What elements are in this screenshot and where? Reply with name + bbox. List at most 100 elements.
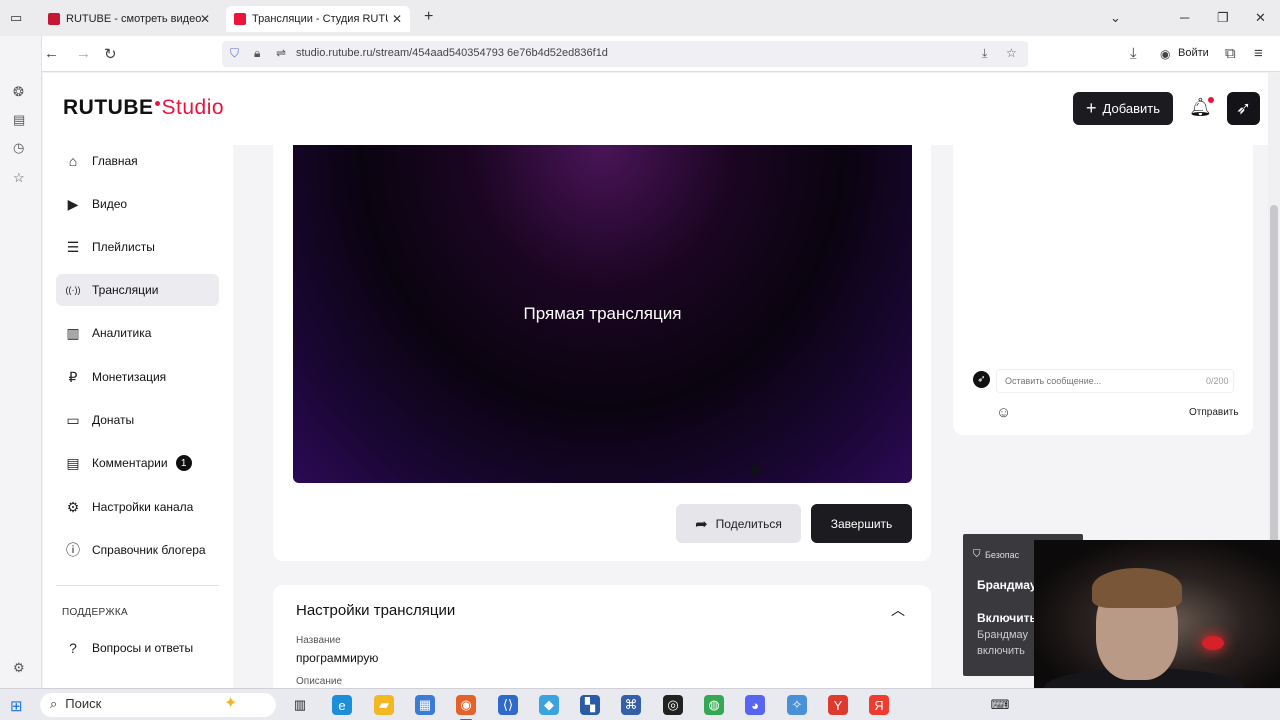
tab-rutube[interactable]: RUTUBE - смотреть видео онл ✕	[40, 6, 218, 32]
rutube-studio-logo[interactable]: RUTUBE Studio	[63, 96, 224, 120]
playlists-icon: ☰	[66, 238, 80, 255]
tab-studio[interactable]: Трансляции - Студия RUTUBE ✕	[226, 6, 410, 32]
minimize-icon[interactable]: ─	[1180, 10, 1189, 25]
reload-icon[interactable]: ↻	[104, 45, 117, 63]
close-tab-icon[interactable]: ✕	[200, 12, 210, 26]
notification-body-1: Брандмау	[977, 629, 1029, 641]
plus-icon: +	[1086, 98, 1097, 118]
windows-start-icon[interactable]: ⊞	[10, 697, 23, 715]
forward-icon[interactable]: →	[76, 45, 91, 62]
studio-header: RUTUBE Studio + Добавить 🔔︎ ➶	[43, 73, 1268, 145]
keyboard-icon[interactable]: ⌨	[990, 695, 1010, 715]
sidebar-item-label: Донаты	[92, 413, 135, 427]
task-view-icon[interactable]: ▥	[290, 695, 310, 715]
account-icon[interactable]: ◉	[1160, 47, 1170, 61]
close-window-icon[interactable]: ✕	[1255, 10, 1266, 26]
chat-char-counter: 0/200	[1206, 376, 1229, 386]
sidebar-item-donations[interactable]: ▭ Донаты	[56, 404, 219, 436]
sidebar-item-label: Справочник блогера	[92, 543, 206, 557]
restore-icon[interactable]: ❐	[1217, 10, 1229, 26]
share-arrow-icon: ➦	[695, 515, 708, 533]
remote-desktop-icon[interactable]: ⌘	[621, 695, 641, 715]
address-bar[interactable]: ⛉ 🔒︎ ⇌ studio.rutube.ru/stream/454aad540…	[222, 41, 1028, 67]
login-button[interactable]: Войти	[1178, 47, 1209, 59]
new-tab-icon[interactable]: +	[424, 8, 433, 26]
logo-brand: RUTUBE	[63, 96, 154, 119]
sidebar-item-home[interactable]: ⌂ Главная	[56, 145, 219, 177]
sidebar-item-faq[interactable]: ? Вопросы и ответы	[56, 632, 219, 664]
add-button-label: Добавить	[1102, 101, 1160, 116]
ruble-icon: ₽	[68, 368, 78, 385]
sidebar-item-video[interactable]: ▶ Видео	[56, 188, 219, 220]
share-button-label: Поделиться	[715, 516, 782, 531]
rutube-favicon-icon	[48, 13, 60, 25]
finish-stream-button[interactable]: Завершить	[811, 504, 912, 543]
yandex-icon[interactable]: Я	[869, 695, 889, 715]
user-avatar[interactable]: ➶	[1227, 92, 1260, 125]
bookmarks-icon[interactable]: ☆	[13, 170, 25, 186]
sidebar-item-label: Комментарии	[92, 456, 168, 470]
close-tab-icon[interactable]: ✕	[392, 12, 402, 26]
copilot-sparkle-icon[interactable]: ✦	[224, 693, 237, 713]
site-settings-icon[interactable]: ⇌	[276, 46, 286, 60]
sidebar-item-blogger-guide[interactable]: ⓘ Справочник блогера	[56, 534, 219, 566]
add-button[interactable]: + Добавить	[1073, 92, 1173, 125]
sidebar-item-playlists[interactable]: ☰ Плейлисты	[56, 231, 219, 263]
chevron-down-icon[interactable]: ⌄	[1110, 10, 1121, 26]
sidebar-item-comments[interactable]: ▤ Комментарии 1	[56, 447, 219, 479]
sidebar-item-label: Плейлисты	[92, 240, 155, 254]
emoji-icon[interactable]: ☺	[996, 404, 1011, 421]
home-icon: ⌂	[68, 153, 78, 169]
share-button[interactable]: ➦ Поделиться	[676, 504, 801, 543]
store-icon[interactable]: ▦	[415, 695, 435, 715]
url-text[interactable]: studio.rutube.ru/stream/454aad540354793 …	[296, 47, 608, 59]
download-page-icon[interactable]: ⤓	[982, 46, 987, 61]
sidebar-item-monetization[interactable]: ₽ Монетизация	[56, 361, 219, 393]
app-window-icon[interactable]: ▚	[580, 695, 600, 715]
sidebar-item-streams[interactable]: ((·)) Трансляции	[56, 274, 219, 306]
notification-heading: Включить	[977, 611, 1037, 625]
settings-gear-icon[interactable]: ⚙	[13, 660, 25, 676]
bookmark-star-icon[interactable]: ☆	[1006, 46, 1017, 60]
discord-icon[interactable]: ◕	[745, 695, 765, 715]
stream-player[interactable]: Прямая трансляция	[293, 145, 912, 483]
tabs-panel-icon[interactable]: ▤	[13, 112, 25, 128]
explorer-icon[interactable]: ▰	[374, 695, 394, 715]
shield-icon[interactable]: ⛉	[230, 46, 239, 61]
ai-chat-icon[interactable]: ❂	[13, 84, 24, 100]
back-icon[interactable]: ←	[44, 45, 59, 62]
bird-logo-icon: ➶	[1235, 98, 1252, 118]
send-button[interactable]: Отправить	[1189, 407, 1239, 418]
windows-taskbar: ⊞ ⌕ Поиск ✦ ▥ e ▰ ▦ ◉ ⟨⟩ ◆ ▚ ⌘ ◎ ◍ ◕ ✧ Y…	[0, 688, 1280, 720]
history-icon[interactable]: ◷	[13, 140, 24, 156]
collapse-chevron-icon[interactable]: ︿	[891, 600, 905, 620]
browser-side-strip: ❂ ▤ ◷ ☆ ⚙	[0, 36, 42, 688]
tab-list-icon[interactable]: ▭	[10, 10, 22, 26]
notification-body-2: включить	[977, 645, 1025, 657]
stream-preview-card: Прямая трансляция ➦ Поделиться Завершить	[273, 145, 931, 561]
vscode-icon[interactable]: ⟨⟩	[498, 695, 518, 715]
notifications-bell-icon[interactable]: 🔔︎	[1189, 97, 1214, 118]
chat-user-avatar: ➶	[973, 371, 990, 388]
yandex-browser-icon[interactable]: Y	[828, 695, 848, 715]
taskbar-search[interactable]: ⌕ Поиск	[40, 693, 276, 717]
chat-message-input[interactable]	[996, 369, 1234, 393]
extensions-icon[interactable]: ⧉	[1225, 45, 1236, 62]
logo-product: Studio	[161, 96, 225, 119]
obs-icon[interactable]: ◎	[663, 695, 683, 715]
app-star-icon[interactable]: ✧	[787, 695, 807, 715]
name-field-value[interactable]: программирую	[296, 651, 378, 665]
sidebar-item-label: Вопросы и ответы	[92, 641, 194, 655]
scrollbar-thumb[interactable]	[1270, 205, 1278, 585]
sidebar-item-analytics[interactable]: ▥ Аналитика	[56, 317, 219, 349]
firefox-icon[interactable]: ◉	[456, 695, 476, 720]
sidebar-item-label: Трансляции	[92, 283, 159, 297]
sidebar-item-channel-settings[interactable]: ⚙ Настройки канала	[56, 491, 219, 523]
app-cube-icon[interactable]: ◆	[539, 695, 559, 715]
downloads-icon[interactable]: ⤓	[1130, 45, 1137, 62]
chrome-icon[interactable]: ◍	[704, 695, 724, 715]
lock-icon[interactable]: 🔒︎	[254, 46, 260, 61]
edge-icon[interactable]: e	[332, 695, 352, 715]
red-light	[1202, 636, 1224, 650]
menu-icon[interactable]: ≡	[1254, 45, 1263, 62]
